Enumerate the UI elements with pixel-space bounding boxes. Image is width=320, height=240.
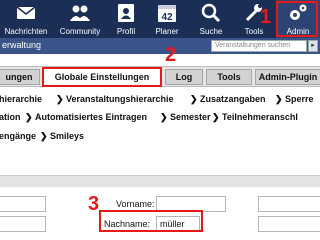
envelope-icon bbox=[16, 6, 36, 19]
link-automatic-enrollment[interactable]: Automatisiertes Eintragen bbox=[35, 112, 147, 122]
link-event-hierarchy[interactable]: Veranstaltungshierarchie bbox=[66, 94, 174, 104]
calendar-icon: 42 bbox=[158, 5, 176, 23]
left-field-2[interactable] bbox=[0, 216, 46, 232]
tab-tools[interactable]: Tools bbox=[206, 69, 252, 85]
nav-planner[interactable]: 42 Planer bbox=[144, 0, 190, 38]
left-field-1[interactable] bbox=[0, 196, 46, 212]
link-semester[interactable]: Semester bbox=[170, 112, 211, 122]
right-field-2[interactable] bbox=[258, 216, 320, 232]
link-smileys[interactable]: Smileys bbox=[50, 131, 84, 141]
tab-log[interactable]: Log bbox=[165, 69, 203, 85]
tab-global-settings[interactable]: Globale Einstellungen bbox=[42, 67, 162, 87]
sub-header: erwaltung Veranstaltungen suchen ▸ bbox=[0, 38, 320, 54]
link-participant-view[interactable]: Teilnehmeranschl bbox=[222, 112, 298, 122]
nav-profile[interactable]: Profil bbox=[108, 0, 144, 38]
calendar-day: 42 bbox=[161, 12, 173, 23]
nachname-highlight-box bbox=[99, 210, 203, 232]
nav-search[interactable]: Suche bbox=[190, 0, 232, 38]
link-hierarchy[interactable]: hierarchie bbox=[0, 94, 42, 104]
right-field-1[interactable] bbox=[258, 196, 320, 212]
vorname-label: Vorname: bbox=[116, 199, 155, 209]
profile-card-icon bbox=[118, 4, 134, 22]
people-icon bbox=[70, 5, 90, 21]
annotation-number-2: 2 bbox=[165, 44, 177, 66]
search-icon bbox=[201, 3, 221, 23]
settings-links-row-2: ation ❯ Automatisiertes Eintragen ❯ Seme… bbox=[0, 108, 320, 126]
search-submit-button[interactable]: ▸ bbox=[308, 40, 318, 52]
chevron-right-icon: ❯ bbox=[190, 94, 198, 104]
nav-community[interactable]: Community bbox=[52, 0, 108, 38]
settings-links-row-3: engänge ❯ Smileys bbox=[0, 127, 320, 145]
chevron-right-icon: ❯ bbox=[40, 131, 48, 141]
annotation-number-3: 3 bbox=[88, 193, 100, 215]
chevron-right-icon: ❯ bbox=[275, 94, 283, 104]
section-title: erwaltung bbox=[2, 40, 42, 50]
chevron-right-icon: ❯ bbox=[56, 94, 64, 104]
form-header-bar bbox=[0, 175, 320, 187]
nav-label: Planer bbox=[155, 27, 179, 36]
chevron-right-icon: ❯ bbox=[160, 112, 168, 122]
chevron-right-icon: ❯ bbox=[212, 112, 220, 122]
tab-admin-plugin[interactable]: Admin-Plugin bbox=[255, 69, 320, 85]
chevron-right-icon: ❯ bbox=[25, 112, 33, 122]
top-navigation: Nachrichten Community Profil 42 Planer S… bbox=[0, 0, 320, 38]
nav-label: Nachrichten bbox=[4, 27, 48, 36]
link-additional-info[interactable]: Zusatzangaben bbox=[200, 94, 266, 104]
nav-label: Suche bbox=[199, 27, 223, 36]
nav-label: Community bbox=[59, 27, 101, 36]
link-lock[interactable]: Sperre bbox=[285, 94, 314, 104]
nav-label: Profil bbox=[116, 27, 136, 36]
admin-tabs: ungen Globale Einstellungen Log Tools Ad… bbox=[0, 66, 320, 87]
settings-links-row-1: hierarchie ❯ Veranstaltungshierarchie ❯ … bbox=[0, 90, 320, 108]
link-courses-of-study[interactable]: engänge bbox=[0, 131, 36, 141]
annotation-number-1: 1 bbox=[260, 6, 272, 28]
course-search-input[interactable]: Veranstaltungen suchen bbox=[211, 40, 307, 52]
link-partial-ation[interactable]: ation bbox=[0, 112, 21, 122]
tab-partial-left[interactable]: ungen bbox=[0, 69, 40, 85]
admin-highlight-box bbox=[276, 1, 318, 37]
nav-messages[interactable]: Nachrichten bbox=[0, 0, 52, 38]
